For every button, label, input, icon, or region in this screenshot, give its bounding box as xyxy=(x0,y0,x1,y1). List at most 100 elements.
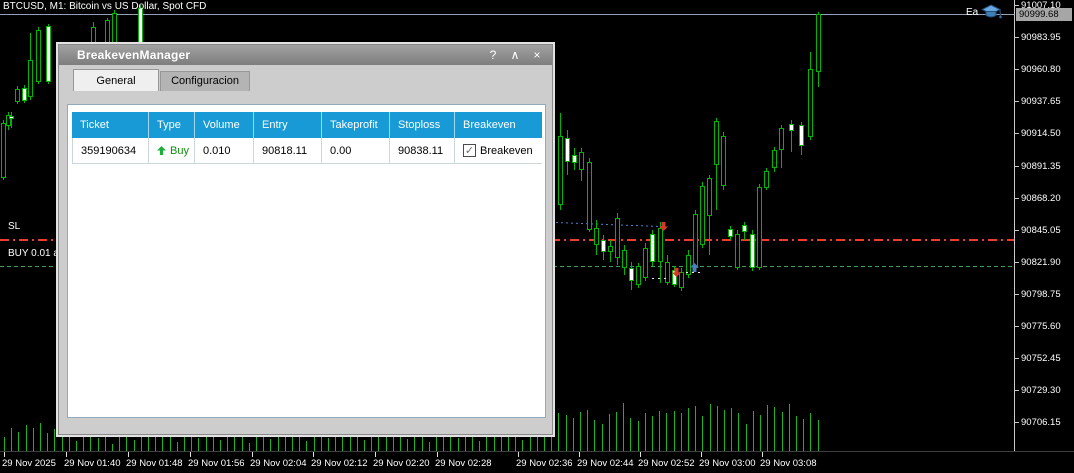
candle xyxy=(36,30,41,82)
price-tick-label: 90798.75 xyxy=(1021,289,1061,300)
column-header-takeprofit: Takeprofit xyxy=(322,112,390,138)
time-tick-label: 29 Nov 01:40 xyxy=(64,458,121,469)
candle xyxy=(629,268,634,281)
price-tick-label: 90821.90 xyxy=(1021,257,1061,268)
candle xyxy=(46,26,51,82)
time-tick-label: 29 Nov 03:00 xyxy=(699,458,756,469)
candle xyxy=(789,124,794,131)
time-tick-label: 29 Nov 02:04 xyxy=(250,458,307,469)
graduation-cap-icon xyxy=(981,4,1003,20)
cell-ticket: 359190634 xyxy=(72,138,149,164)
expert-advisor-label: Ea xyxy=(966,7,978,18)
price-axis[interactable]: 91007.1090983.9590960.8090937.6590914.50… xyxy=(1014,0,1074,451)
candle xyxy=(700,186,705,245)
time-tick-label: 29 Nov 02:36 xyxy=(516,458,573,469)
time-axis[interactable]: 29 Nov 2025 29 Nov 01:40 29 Nov 01:48 29 No… xyxy=(0,451,1074,473)
time-tick-label: 29 Nov 01:48 xyxy=(126,458,183,469)
buy-arrow-icon xyxy=(157,146,166,155)
cell-volume: 0.010 xyxy=(195,138,254,164)
candle xyxy=(622,250,627,268)
candle xyxy=(728,229,733,237)
cell-breakeven: ✓ Breakeven xyxy=(455,138,542,164)
column-header-entry: Entry xyxy=(254,112,322,138)
candle xyxy=(1,123,6,178)
price-tick-label: 90729.30 xyxy=(1021,385,1061,396)
candle xyxy=(679,272,684,288)
price-tick-label: 90891.35 xyxy=(1021,161,1061,172)
sl-line-label: SL xyxy=(8,221,20,232)
time-tick-label: 29 Nov 2025 xyxy=(2,458,56,469)
help-button[interactable]: ? xyxy=(486,48,500,62)
candle xyxy=(608,246,613,252)
price-tick-label: 90937.65 xyxy=(1021,96,1061,107)
time-tick-label: 29 Nov 01:56 xyxy=(188,458,245,469)
collapse-button[interactable]: ∧ xyxy=(508,48,522,62)
time-tick-label: 29 Nov 02:12 xyxy=(311,458,368,469)
price-tick-label: 90752.45 xyxy=(1021,353,1061,364)
cell-stoploss: 90838.11 xyxy=(390,138,455,164)
candle xyxy=(594,228,599,245)
cell-type: Buy xyxy=(149,138,195,164)
price-tick-label: 90775.60 xyxy=(1021,321,1061,332)
time-tick-label: 29 Nov 03:08 xyxy=(760,458,817,469)
breakeven-manager-panel: BreakevenManager ? ∧ × General Configura… xyxy=(58,44,553,435)
close-button[interactable]: × xyxy=(530,48,544,62)
candle xyxy=(565,138,570,162)
candle xyxy=(658,228,663,262)
candle xyxy=(579,152,584,170)
column-header-stoploss: Stoploss xyxy=(390,112,455,138)
candle xyxy=(721,136,726,186)
candle xyxy=(772,150,777,168)
candle xyxy=(601,240,606,252)
positions-table: Ticket Type Volume Entry Takeprofit Stop… xyxy=(72,112,542,164)
positions-list-container: Ticket Type Volume Entry Takeprofit Stop… xyxy=(67,104,546,418)
candle xyxy=(750,234,755,268)
time-tick-label: 29 Nov 02:44 xyxy=(577,458,634,469)
column-header-breakeven: Breakeven xyxy=(455,112,542,138)
panel-titlebar[interactable]: BreakevenManager ? ∧ × xyxy=(59,45,552,65)
candle xyxy=(764,171,769,188)
price-tick-label: 90983.95 xyxy=(1021,32,1061,43)
table-header-row: Ticket Type Volume Entry Takeprofit Stop… xyxy=(72,112,542,138)
candle xyxy=(742,225,747,232)
candle xyxy=(799,125,804,146)
tab-general[interactable]: General xyxy=(73,69,159,91)
candle xyxy=(693,214,698,268)
expert-advisor-indicator[interactable]: Ea xyxy=(966,4,1003,20)
panel-title: BreakevenManager xyxy=(77,48,190,62)
column-header-volume: Volume xyxy=(195,112,254,138)
candle xyxy=(735,234,740,268)
column-header-ticket: Ticket xyxy=(72,112,149,138)
breakeven-checkbox[interactable]: ✓ xyxy=(463,144,476,157)
position-row[interactable]: 359190634 Buy 0.010 90818.11 0.00 90838.… xyxy=(72,138,542,164)
candle xyxy=(15,89,20,102)
current-bid-tag: 90999.68 xyxy=(1016,8,1072,21)
candle xyxy=(714,121,719,165)
cell-takeprofit: 0.00 xyxy=(322,138,390,164)
order-trail-line xyxy=(556,222,662,227)
cell-entry: 90818.11 xyxy=(254,138,322,164)
terminal-window: BTCUSD, M1: Bitcoin vs US Dollar, Spot C… xyxy=(0,0,1074,473)
candle xyxy=(558,136,563,205)
candle xyxy=(707,178,712,216)
price-tick-label: 90706.15 xyxy=(1021,417,1061,428)
candle xyxy=(22,88,27,101)
bid-price-line xyxy=(0,14,1014,15)
cell-type-label: Buy xyxy=(170,138,189,164)
candle xyxy=(572,155,577,163)
candle xyxy=(665,262,670,283)
candle xyxy=(636,266,641,285)
price-tick-label: 90845.05 xyxy=(1021,225,1061,236)
candle xyxy=(587,162,592,230)
price-tick-label: 90868.20 xyxy=(1021,193,1061,204)
breakeven-checkbox-label: Breakeven xyxy=(480,138,533,164)
candle xyxy=(28,60,33,97)
time-tick-label: 29 Nov 02:52 xyxy=(638,458,695,469)
time-tick-label: 29 Nov 02:28 xyxy=(435,458,492,469)
candle xyxy=(9,116,14,119)
panel-tab-strip: General Configuracion xyxy=(59,65,552,91)
tab-configuracion[interactable]: Configuracion xyxy=(160,71,250,91)
candle xyxy=(615,218,620,258)
time-tick-label: 29 Nov 02:20 xyxy=(373,458,430,469)
candle xyxy=(757,187,762,268)
